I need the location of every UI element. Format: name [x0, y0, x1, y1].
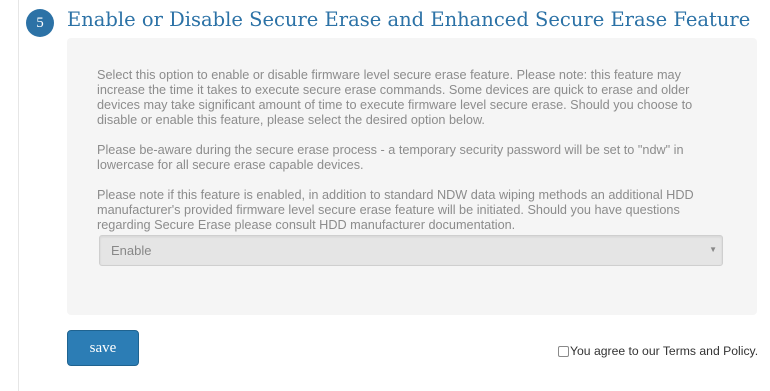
- chevron-down-icon: ▼: [709, 245, 717, 254]
- terms-label[interactable]: You agree to our Terms and Policy.: [570, 344, 758, 358]
- settings-card: 5 Enable or Disable Secure Erase and Enh…: [18, 0, 770, 391]
- secure-erase-select[interactable]: Enable ▼: [99, 235, 723, 266]
- terms-checkbox[interactable]: [558, 345, 569, 357]
- password-notice-paragraph: Please be-aware during the secure erase …: [97, 143, 684, 172]
- section-title: Enable or Disable Secure Erase and Enhan…: [67, 8, 751, 31]
- terms-agreement: You agree to our Terms and Policy.: [558, 343, 758, 359]
- step-number-badge: 5: [26, 9, 54, 37]
- feature-note-paragraph: Please note if this feature is enabled, …: [97, 188, 694, 232]
- select-value: Enable: [111, 243, 152, 258]
- description-paragraph: Select this option to enable or disable …: [97, 68, 693, 127]
- save-button[interactable]: save: [67, 330, 139, 366]
- settings-panel: Select this option to enable or disable …: [67, 38, 757, 315]
